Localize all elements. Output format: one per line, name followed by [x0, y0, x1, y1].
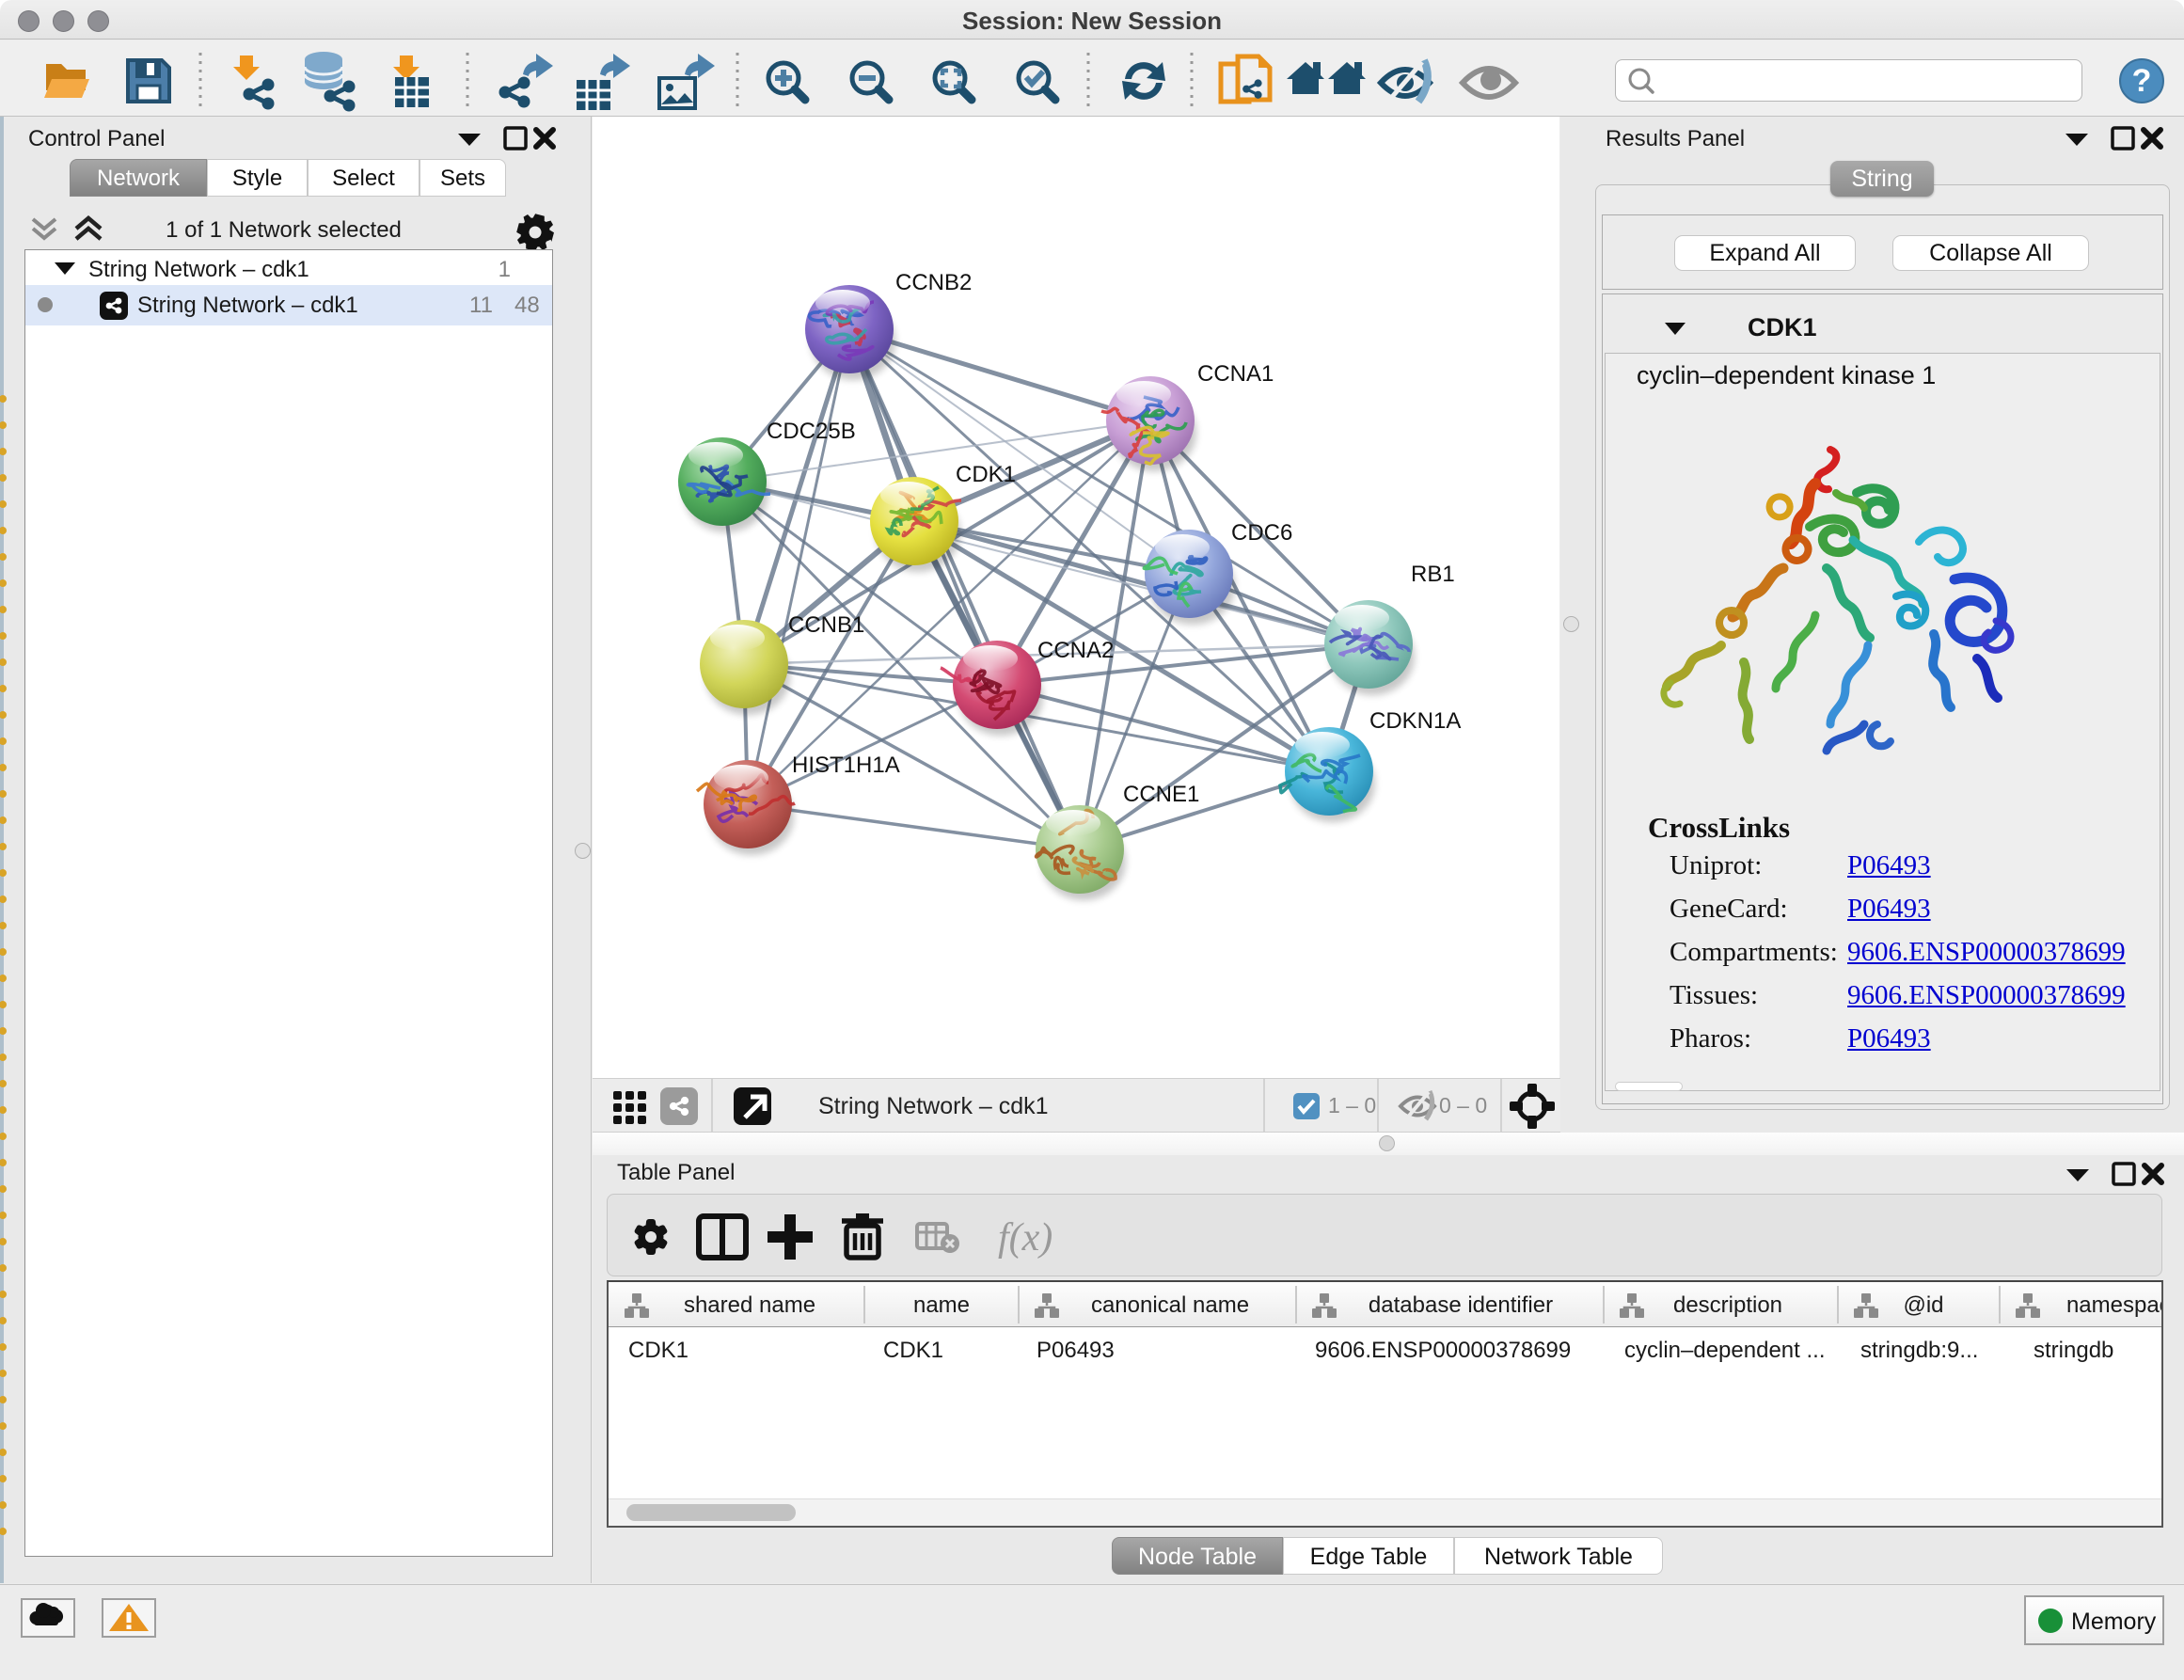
svg-text:CCNA2: CCNA2 — [1037, 638, 1114, 663]
svg-text:CDC6: CDC6 — [1231, 520, 1292, 546]
svg-text:f(x): f(x) — [998, 1216, 1052, 1260]
svg-text:?: ? — [2132, 63, 2152, 99]
svg-text:shared name: shared name — [684, 1292, 815, 1318]
svg-text:canonical name: canonical name — [1091, 1292, 1249, 1318]
svg-text:name: name — [913, 1292, 970, 1318]
svg-text:CDC25B: CDC25B — [767, 419, 856, 444]
svg-text:HIST1H1A: HIST1H1A — [792, 753, 900, 778]
svg-text:RB1: RB1 — [1411, 562, 1455, 587]
svg-text:CDKN1A: CDKN1A — [1369, 708, 1461, 734]
svg-text:@id: @id — [1903, 1292, 1943, 1318]
svg-text:CCNB1: CCNB1 — [788, 612, 864, 638]
svg-text:CCNE1: CCNE1 — [1123, 782, 1199, 807]
svg-text:CCNA1: CCNA1 — [1197, 361, 1274, 387]
svg-text:CCNB2: CCNB2 — [895, 270, 972, 295]
svg-text:CDK1: CDK1 — [956, 462, 1016, 487]
svg-text:database identifier: database identifier — [1369, 1292, 1553, 1318]
svg-text:0 – 0: 0 – 0 — [1439, 1093, 1487, 1117]
svg-text:1 – 0: 1 – 0 — [1328, 1093, 1376, 1117]
svg-text:namespace: namespace — [2066, 1292, 2161, 1318]
svg-text:description: description — [1673, 1292, 1782, 1318]
svg-text:String Network – cdk1: String Network – cdk1 — [818, 1093, 1049, 1119]
